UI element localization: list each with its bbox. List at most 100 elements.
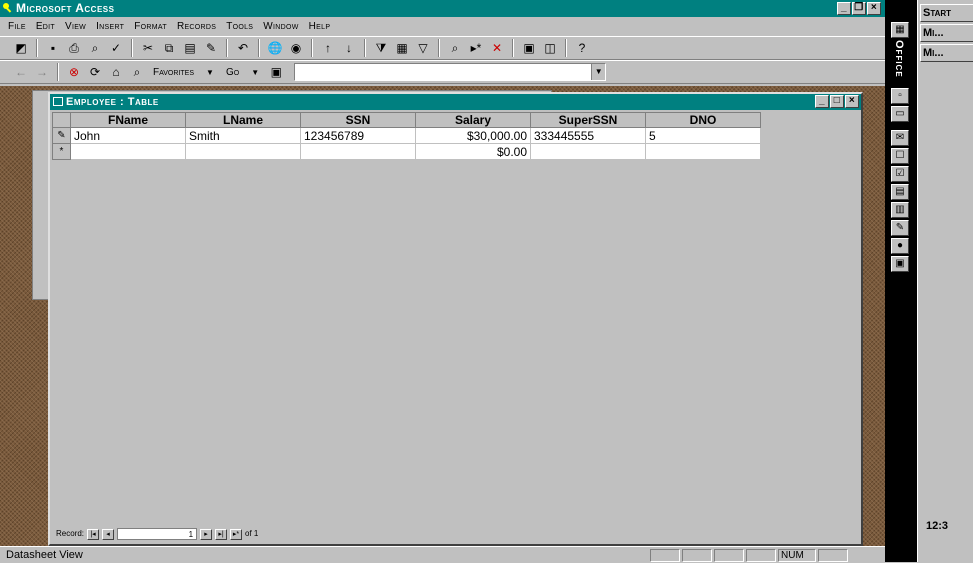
record-selector[interactable]: ✎	[52, 127, 71, 144]
database-window-icon[interactable]: ▣	[520, 39, 538, 57]
access-shortcut-icon[interactable]: ▣	[891, 256, 909, 272]
address-input[interactable]: ▼	[294, 63, 607, 81]
save-icon[interactable]: ▪	[44, 39, 62, 57]
app-title-bar[interactable]: Microsoft Access _ ❐ ×	[0, 0, 885, 17]
status-bar: Datasheet View NUM	[0, 546, 885, 562]
cell-lname[interactable]: Smith	[185, 127, 301, 144]
menu-format[interactable]: Format	[134, 18, 167, 36]
cell-salary[interactable]: $0.00	[415, 143, 531, 160]
view-icon[interactable]: ◩	[12, 39, 30, 57]
cell-fname[interactable]	[70, 143, 186, 160]
chevron-down-icon[interactable]: ▼	[591, 64, 606, 80]
table-window-title-bar[interactable]: Employee : Table _ □ ×	[50, 94, 861, 110]
filter-by-form-icon[interactable]: ▦	[393, 39, 411, 57]
cell-salary[interactable]: $30,000.00	[415, 127, 531, 144]
menu-view[interactable]: View	[65, 18, 86, 36]
column-header[interactable]: LName	[185, 112, 301, 128]
cell-superssn[interactable]	[530, 143, 646, 160]
go-menu[interactable]: Go	[222, 67, 243, 78]
filter-by-selection-icon[interactable]: ⧩	[372, 39, 390, 57]
spelling-icon[interactable]: ✓	[107, 39, 125, 57]
menu-file[interactable]: File	[8, 18, 26, 36]
cell-ssn[interactable]	[300, 143, 416, 160]
home-icon[interactable]: ⌂	[107, 63, 125, 81]
column-header[interactable]: Salary	[415, 112, 531, 128]
new-document-icon[interactable]: ▫	[891, 88, 909, 104]
sort-ascending-icon[interactable]: ↑	[319, 39, 337, 57]
record-label: Record:	[56, 529, 85, 538]
new-object-icon[interactable]: ◫	[541, 39, 559, 57]
table-window-title: Employee : Table	[66, 96, 159, 108]
datasheet-grid[interactable]: FName LName SSN Salary SuperSSN DNO ✎ Jo…	[52, 112, 859, 528]
cell-dno[interactable]	[645, 143, 761, 160]
cell-ssn[interactable]: 123456789	[300, 127, 416, 144]
column-header[interactable]: DNO	[645, 112, 761, 128]
new-note-icon[interactable]: ✎	[891, 220, 909, 236]
maximize-button[interactable]: □	[830, 95, 844, 108]
menu-insert[interactable]: Insert	[96, 18, 124, 36]
help-icon[interactable]: ?	[573, 39, 591, 57]
send-message-icon[interactable]: ✉	[891, 130, 909, 146]
cell-dno[interactable]: 5	[645, 127, 761, 144]
print-preview-icon[interactable]: ⌕	[86, 39, 104, 57]
taskbar-item-word[interactable]: Mi...	[920, 44, 973, 62]
menu-window[interactable]: Window	[263, 18, 298, 36]
datasheet-toolbar: ◩ ▪ ⎙ ⌕ ✓ ✂ ⧉ ▤ ✎ ↶ 🌐 ◉ ↑ ↓ ⧩ ▦ ▽ ⌕ ▸* ✕…	[0, 36, 885, 60]
sort-descending-icon[interactable]: ↓	[340, 39, 358, 57]
previous-record-button[interactable]: ◂	[102, 528, 115, 540]
last-record-button[interactable]: ▸|	[215, 528, 228, 540]
menu-tools[interactable]: Tools	[226, 18, 253, 36]
back-icon[interactable]: ←	[12, 63, 30, 81]
record-number-input[interactable]: 1	[117, 528, 198, 540]
chevron-down-icon: ▼	[251, 67, 260, 77]
access-window: Microsoft Access _ ❐ × File Edit View In…	[0, 0, 885, 562]
new-record-nav-button[interactable]: ▸*	[230, 528, 243, 540]
refresh-icon[interactable]: ⟳	[86, 63, 104, 81]
web-toolbar-icon[interactable]: ◉	[287, 39, 305, 57]
table-window[interactable]: Employee : Table _ □ × FName LName SSN S…	[48, 92, 863, 546]
apply-filter-icon[interactable]: ▽	[414, 39, 432, 57]
restore-button[interactable]: ❐	[852, 2, 866, 15]
office-menu-icon[interactable]: ▦	[891, 22, 909, 38]
column-header[interactable]: FName	[70, 112, 186, 128]
menu-edit[interactable]: Edit	[36, 18, 55, 36]
menu-help[interactable]: Help	[309, 18, 331, 36]
next-record-button[interactable]: ▸	[200, 528, 213, 540]
search-web-icon[interactable]: ⌕	[128, 63, 146, 81]
menu-records[interactable]: Records	[177, 18, 216, 36]
delete-record-icon[interactable]: ✕	[488, 39, 506, 57]
find-icon[interactable]: ⌕	[446, 39, 464, 57]
minimize-button[interactable]: _	[815, 95, 829, 108]
new-appointment-icon[interactable]: ☑	[891, 166, 909, 182]
new-record-selector[interactable]: *	[52, 143, 71, 160]
paste-icon[interactable]: ▤	[181, 39, 199, 57]
add-contact-icon[interactable]: ▤	[891, 184, 909, 200]
favorites-menu[interactable]: Favorites	[149, 67, 198, 78]
insert-hyperlink-icon[interactable]: 🌐	[266, 39, 284, 57]
open-document-icon[interactable]: ▭	[891, 106, 909, 122]
cell-fname[interactable]: John	[70, 127, 186, 144]
close-button[interactable]: ×	[845, 95, 859, 108]
undo-icon[interactable]: ↶	[234, 39, 252, 57]
column-header[interactable]: SuperSSN	[530, 112, 646, 128]
minimize-button[interactable]: _	[837, 2, 851, 15]
forward-icon[interactable]: →	[33, 63, 51, 81]
add-task-icon[interactable]: ☐	[891, 148, 909, 164]
taskbar-item-access[interactable]: Mi...	[920, 24, 973, 42]
new-journal-icon[interactable]: ▥	[891, 202, 909, 218]
cell-lname[interactable]	[185, 143, 301, 160]
first-record-button[interactable]: |◂	[87, 528, 100, 540]
copy-icon[interactable]: ⧉	[160, 39, 178, 57]
show-only-web-toolbar-icon[interactable]: ▣	[267, 63, 285, 81]
select-all-cell[interactable]	[52, 112, 71, 128]
print-icon[interactable]: ⎙	[65, 39, 83, 57]
new-record-icon[interactable]: ▸*	[467, 39, 485, 57]
cell-superssn[interactable]: 333445555	[530, 127, 646, 144]
stop-icon[interactable]: ⊗	[65, 63, 83, 81]
column-header[interactable]: SSN	[300, 112, 416, 128]
cut-icon[interactable]: ✂	[139, 39, 157, 57]
getting-results-icon[interactable]: ●	[891, 238, 909, 254]
format-painter-icon[interactable]: ✎	[202, 39, 220, 57]
close-button[interactable]: ×	[867, 2, 881, 15]
start-button[interactable]: Start	[920, 4, 973, 22]
